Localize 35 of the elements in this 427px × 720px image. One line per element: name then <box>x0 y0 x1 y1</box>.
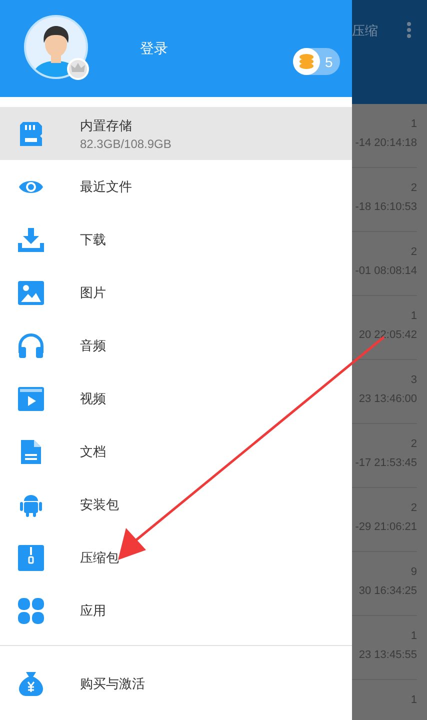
item-label: 购买与激活 <box>80 676 145 692</box>
document-icon <box>18 438 44 464</box>
menu-item[interactable]: 图片 <box>0 266 352 319</box>
menu-item[interactable]: 购买与激活 <box>0 657 352 710</box>
menu-item[interactable]: 应用 <box>0 584 352 637</box>
zip-icon <box>18 544 44 570</box>
item-label: 应用 <box>80 602 106 620</box>
item-label: 图片 <box>80 284 106 302</box>
menu-item[interactable]: 最近文件 <box>0 160 352 213</box>
item-label: 视频 <box>80 390 106 408</box>
money-bag-icon <box>18 670 44 696</box>
item-label: 最近文件 <box>80 178 132 196</box>
storage-item[interactable]: 内置存储 82.3GB/108.9GB <box>0 107 352 160</box>
video-icon <box>18 386 44 412</box>
item-label: 下载 <box>80 232 106 248</box>
menu-item[interactable]: 压缩包 <box>0 531 352 584</box>
apps-icon <box>18 598 44 624</box>
item-label: 文档 <box>80 444 106 460</box>
item-label: 安装包 <box>80 496 119 514</box>
headphones-icon <box>18 332 44 358</box>
sd-card-icon <box>18 120 44 146</box>
more-icon[interactable] <box>407 22 411 38</box>
menu-item[interactable]: 视频 <box>0 372 352 425</box>
menu-item[interactable]: 音频 <box>0 319 352 372</box>
toolbar-title: 压缩 <box>352 23 378 40</box>
coins-icon <box>293 48 320 75</box>
menu-item[interactable]: 安装包 <box>0 478 352 531</box>
storage-usage: 82.3GB/108.9GB <box>80 136 172 150</box>
download-icon <box>18 226 44 252</box>
image-icon <box>18 280 44 306</box>
item-label: 音频 <box>80 338 106 354</box>
item-label: 压缩包 <box>80 550 119 566</box>
item-label: 内置存储 <box>80 118 133 134</box>
menu-item[interactable]: 文档 <box>0 425 352 478</box>
menu-item[interactable]: 下载 <box>0 213 352 266</box>
